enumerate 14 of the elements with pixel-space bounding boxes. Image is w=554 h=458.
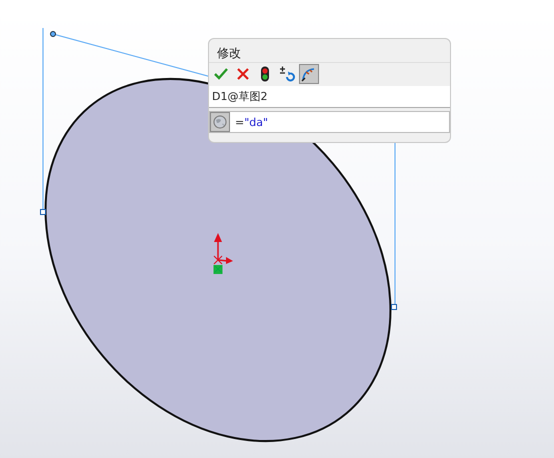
reverse-sense-button[interactable] [277,64,297,84]
pen-arc-icon [301,66,317,82]
checkmark-icon [214,67,228,81]
sketch-point[interactable] [40,209,46,215]
globe-button[interactable] [210,112,230,132]
globe-icon [213,115,227,129]
origin-icon [214,233,233,274]
plus-minus-arrow-icon [279,66,295,82]
dialog-title: 修改 [216,45,242,62]
dimension-point[interactable] [50,31,56,37]
traffic-light-icon [260,66,270,82]
sketch-point[interactable] [391,304,397,310]
dimension-name: D1@草图2 [209,86,450,108]
close-icon [237,68,249,80]
